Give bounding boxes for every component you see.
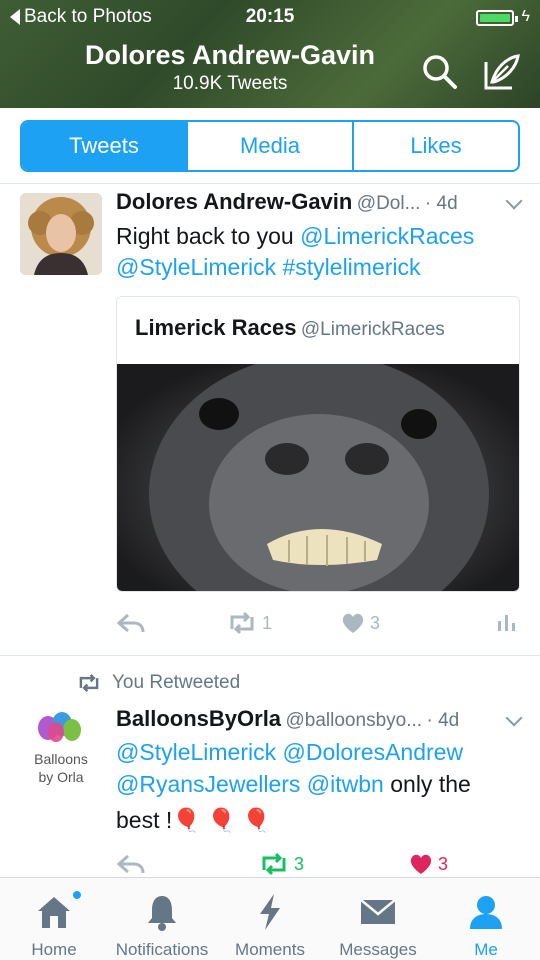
like-button[interactable]: 3 (408, 852, 448, 876)
retweet-icon (230, 611, 254, 635)
tweet[interactable]: You Retweeted Balloons by Orla BalloonsB… (0, 656, 540, 877)
tweet-time: · 4d (426, 710, 460, 731)
tweet-text: Right back to you @LimerickRaces @StyleL… (116, 221, 516, 283)
tab-me[interactable]: Me (432, 878, 540, 960)
quoted-tweet[interactable]: Limerick Races @LimerickRaces (116, 296, 520, 592)
tab-label: Me (474, 940, 498, 959)
heart-icon (342, 613, 364, 633)
retweet-context-label: You Retweeted (112, 672, 241, 693)
balloon-emoji: 🎈 🎈 🎈 (172, 807, 271, 833)
like-button[interactable]: 3 (340, 611, 380, 635)
battery-icon (476, 10, 518, 26)
tab-label: Messages (339, 940, 417, 959)
unread-dot (72, 890, 82, 900)
status-bar: Back to Photos 20:15 ϟ (0, 6, 540, 30)
bell-icon (148, 896, 176, 931)
mention-hashtag-link[interactable]: @StyleLimerick #stylelimerick (116, 254, 421, 280)
mention-link[interactable]: @LimerickRaces (300, 223, 474, 249)
tab-home[interactable]: Home (0, 878, 108, 960)
retweet-icon (262, 852, 286, 876)
reply-icon[interactable] (116, 611, 146, 635)
analytics-icon[interactable] (496, 611, 518, 633)
retweet-button[interactable]: 1 (226, 611, 272, 635)
mention-link[interactable]: @RyansJewellers @itwbn (116, 771, 384, 797)
tab-media[interactable]: Media (188, 122, 354, 170)
author-handle: @balloonsbyo... (285, 710, 423, 731)
retweet-count: 3 (294, 853, 305, 874)
bottom-tab-bar: Home Notifications Moments Messages Me (0, 877, 540, 960)
quoted-tweet-image[interactable] (117, 354, 519, 591)
tab-messages[interactable]: Messages (324, 878, 432, 960)
tweet-header: BalloonsByOrla @balloonsbyo... · 4d (116, 706, 526, 732)
quoted-author-name: Limerick Races (135, 315, 297, 340)
tweet-text: @StyleLimerick @DoloresAndrew @RyansJewe… (116, 736, 516, 836)
tab-notifications[interactable]: Notifications (108, 878, 216, 960)
lightning-icon (260, 894, 280, 930)
author-handle: @Dol... (356, 193, 421, 214)
tab-likes[interactable]: Likes (354, 122, 518, 170)
tab-moments[interactable]: Moments (216, 878, 324, 960)
profile-name: Dolores Andrew-Gavin (84, 40, 376, 70)
retweet-icon (79, 674, 99, 692)
tweet-header: Dolores Andrew-Gavin @Dol... · 4d (116, 189, 526, 215)
charging-icon: ϟ (521, 8, 530, 25)
avatar-text-line: by Orla (38, 769, 83, 785)
avatar-text-line: Balloons (34, 751, 88, 767)
retweet-button[interactable]: 3 (258, 852, 304, 876)
tweet-text-part: Right back to you (116, 223, 301, 249)
profile-tabs-bar: Tweets Media Likes (0, 108, 540, 184)
tweet[interactable]: Dolores Andrew-Gavin @Dol... · 4d Right … (0, 185, 540, 655)
tweet-text-part: best ! (116, 807, 173, 833)
retweet-context: You Retweeted (76, 672, 240, 694)
retweet-count: 1 (262, 612, 273, 633)
compose-tweet-icon[interactable] (482, 52, 522, 92)
tab-tweets[interactable]: Tweets (22, 122, 188, 170)
like-count: 3 (438, 853, 449, 874)
reply-icon[interactable] (116, 852, 146, 876)
tweet-text-part: only the (383, 771, 471, 797)
profile-header: Back to Photos 20:15 ϟ Dolores Andrew-Ga… (0, 0, 540, 108)
tab-label: Notifications (115, 940, 209, 959)
quoted-author-handle: @LimerickRaces (300, 319, 445, 340)
avatar[interactable] (20, 193, 102, 275)
person-icon (470, 896, 502, 929)
tweet-time: · 4d (424, 193, 458, 214)
profile-tabs: Tweets Media Likes (20, 120, 520, 172)
tab-label: Home (31, 940, 77, 959)
avatar[interactable]: Balloons by Orla (20, 708, 102, 790)
tweet-actions: 1 3 (116, 611, 526, 641)
heart-icon (410, 854, 432, 874)
search-icon[interactable] (420, 52, 460, 92)
clock: 20:15 (245, 6, 295, 27)
like-count: 3 (370, 612, 381, 633)
envelope-icon (360, 899, 396, 924)
quoted-tweet-header: Limerick Races @LimerickRaces (135, 315, 445, 341)
author-name[interactable]: Dolores Andrew-Gavin (116, 189, 352, 214)
tweet-count: 10.9K Tweets (172, 73, 288, 94)
tab-label: Moments (235, 940, 305, 959)
author-name[interactable]: BalloonsByOrla (116, 706, 281, 731)
home-icon (38, 897, 70, 928)
mention-link[interactable]: @StyleLimerick @DoloresAndrew (116, 739, 463, 765)
